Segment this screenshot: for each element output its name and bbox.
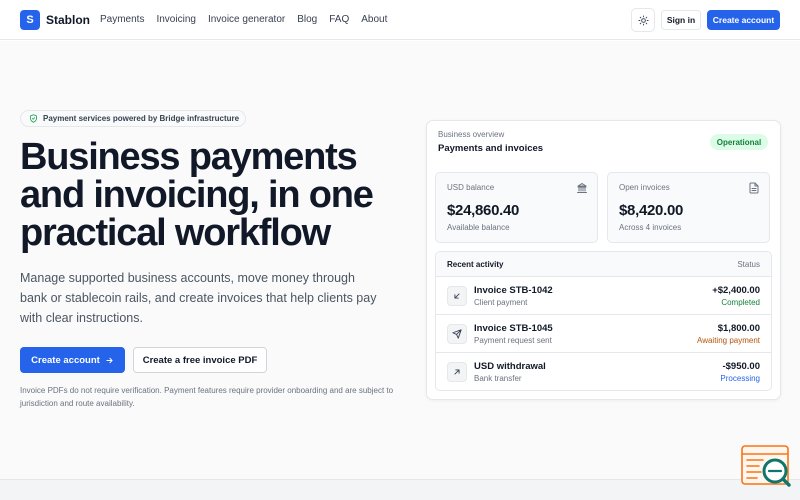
business-overview-card: Business overview Payments and invoices … bbox=[426, 120, 781, 400]
headline-line-3: practical workflow bbox=[20, 212, 331, 254]
nav-link-payments[interactable]: Payments bbox=[100, 14, 144, 25]
bank-icon bbox=[577, 183, 587, 193]
nav-link-blog[interactable]: Blog bbox=[297, 14, 317, 25]
activity-title-text: Invoice STB-1042 bbox=[474, 285, 553, 296]
activity-icon-box bbox=[447, 286, 467, 306]
hero-disclaimer: Invoice PDFs do not require verification… bbox=[20, 386, 394, 408]
activity-status: Completed bbox=[721, 298, 760, 307]
search-document-icon bbox=[741, 445, 791, 487]
activity-icon-box bbox=[447, 324, 467, 344]
activity-status: Awaiting payment bbox=[697, 336, 760, 345]
activity-row[interactable]: Invoice STB-1045 Payment request sent $1… bbox=[436, 315, 771, 353]
arrow-right-icon bbox=[106, 357, 113, 363]
usd-balance-label: USD balance bbox=[447, 183, 495, 192]
usd-balance-value: $24,860.40 bbox=[447, 202, 520, 219]
create-account-button[interactable]: Create account bbox=[20, 347, 125, 373]
arrow-down-left-icon bbox=[454, 293, 460, 299]
hero-subtext: Manage supported business accounts, move… bbox=[20, 271, 377, 325]
activity-amount: $1,800.00 bbox=[717, 323, 760, 334]
activity-amount: -$950.00 bbox=[722, 361, 760, 372]
nav-link-invoicing[interactable]: Invoicing bbox=[156, 14, 195, 25]
infrastructure-badge: Payment services powered by Bridge infra… bbox=[20, 110, 246, 127]
logo-icon[interactable]: S bbox=[20, 10, 40, 30]
recent-activity-panel: Recent activity Status Invoice STB-1042 … bbox=[435, 251, 772, 391]
activity-header: Recent activity Status bbox=[436, 252, 771, 277]
usd-balance-tile: USD balance $24,860.40 Available balance bbox=[435, 172, 598, 243]
top-navbar: S Stablon Payments Invoicing Invoice gen… bbox=[0, 0, 800, 40]
nav-link-faq[interactable]: FAQ bbox=[329, 14, 349, 25]
arrow-up-right-icon bbox=[454, 369, 460, 375]
create-invoice-pdf-button[interactable]: Create a free invoice PDF bbox=[133, 347, 267, 373]
badge-text: Payment services powered by Bridge infra… bbox=[43, 114, 240, 123]
headline-line-2: and invoicing, in one bbox=[20, 174, 374, 216]
activity-title-text: USD withdrawal bbox=[474, 361, 546, 372]
activity-icon-box bbox=[447, 362, 467, 382]
activity-amount: +$2,400.00 bbox=[712, 285, 760, 296]
create-account-nav-button[interactable]: Create account bbox=[707, 10, 780, 30]
open-invoices-caption: Across 4 invoices bbox=[619, 223, 682, 232]
headline-line-1: Business payments bbox=[20, 136, 358, 178]
shield-check-icon bbox=[30, 114, 37, 123]
activity-row[interactable]: Invoice STB-1042 Client payment +$2,400.… bbox=[436, 277, 771, 315]
nav-link-about[interactable]: About bbox=[361, 14, 387, 25]
activity-title-text: Invoice STB-1045 bbox=[474, 323, 553, 334]
activity-subtitle: Payment request sent bbox=[474, 336, 552, 345]
create-account-label: Create account bbox=[31, 354, 100, 366]
activity-subtitle: Bank transfer bbox=[474, 374, 522, 383]
usd-balance-caption: Available balance bbox=[447, 223, 510, 232]
open-invoices-label: Open invoices bbox=[619, 183, 670, 192]
nav-links: Payments Invoicing Invoice generator Blo… bbox=[100, 14, 387, 25]
card-subtitle: Business overview bbox=[438, 130, 505, 139]
activity-status: Processing bbox=[720, 374, 760, 383]
document-icon bbox=[749, 182, 759, 194]
nav-link-invoice-generator[interactable]: Invoice generator bbox=[208, 14, 285, 25]
hero-headline: Business payments and invoicing, in one … bbox=[20, 138, 400, 252]
next-section-band bbox=[0, 479, 800, 500]
support-widget-button[interactable] bbox=[741, 445, 791, 489]
status-badge: Operational bbox=[710, 134, 768, 150]
card-title: Payments and invoices bbox=[438, 143, 544, 154]
activity-title: Recent activity bbox=[447, 260, 504, 269]
activity-row[interactable]: USD withdrawal Bank transfer -$950.00 Pr… bbox=[436, 353, 771, 390]
activity-status-header: Status bbox=[737, 260, 760, 269]
sign-in-button[interactable]: Sign in bbox=[661, 10, 701, 30]
theme-toggle-button[interactable] bbox=[631, 8, 655, 32]
open-invoices-tile: Open invoices $8,420.00 Across 4 invoice… bbox=[607, 172, 770, 243]
brand-name[interactable]: Stablon bbox=[46, 13, 90, 27]
sun-icon bbox=[637, 14, 649, 26]
send-icon bbox=[452, 329, 462, 339]
activity-subtitle: Client payment bbox=[474, 298, 528, 307]
open-invoices-value: $8,420.00 bbox=[619, 202, 684, 219]
